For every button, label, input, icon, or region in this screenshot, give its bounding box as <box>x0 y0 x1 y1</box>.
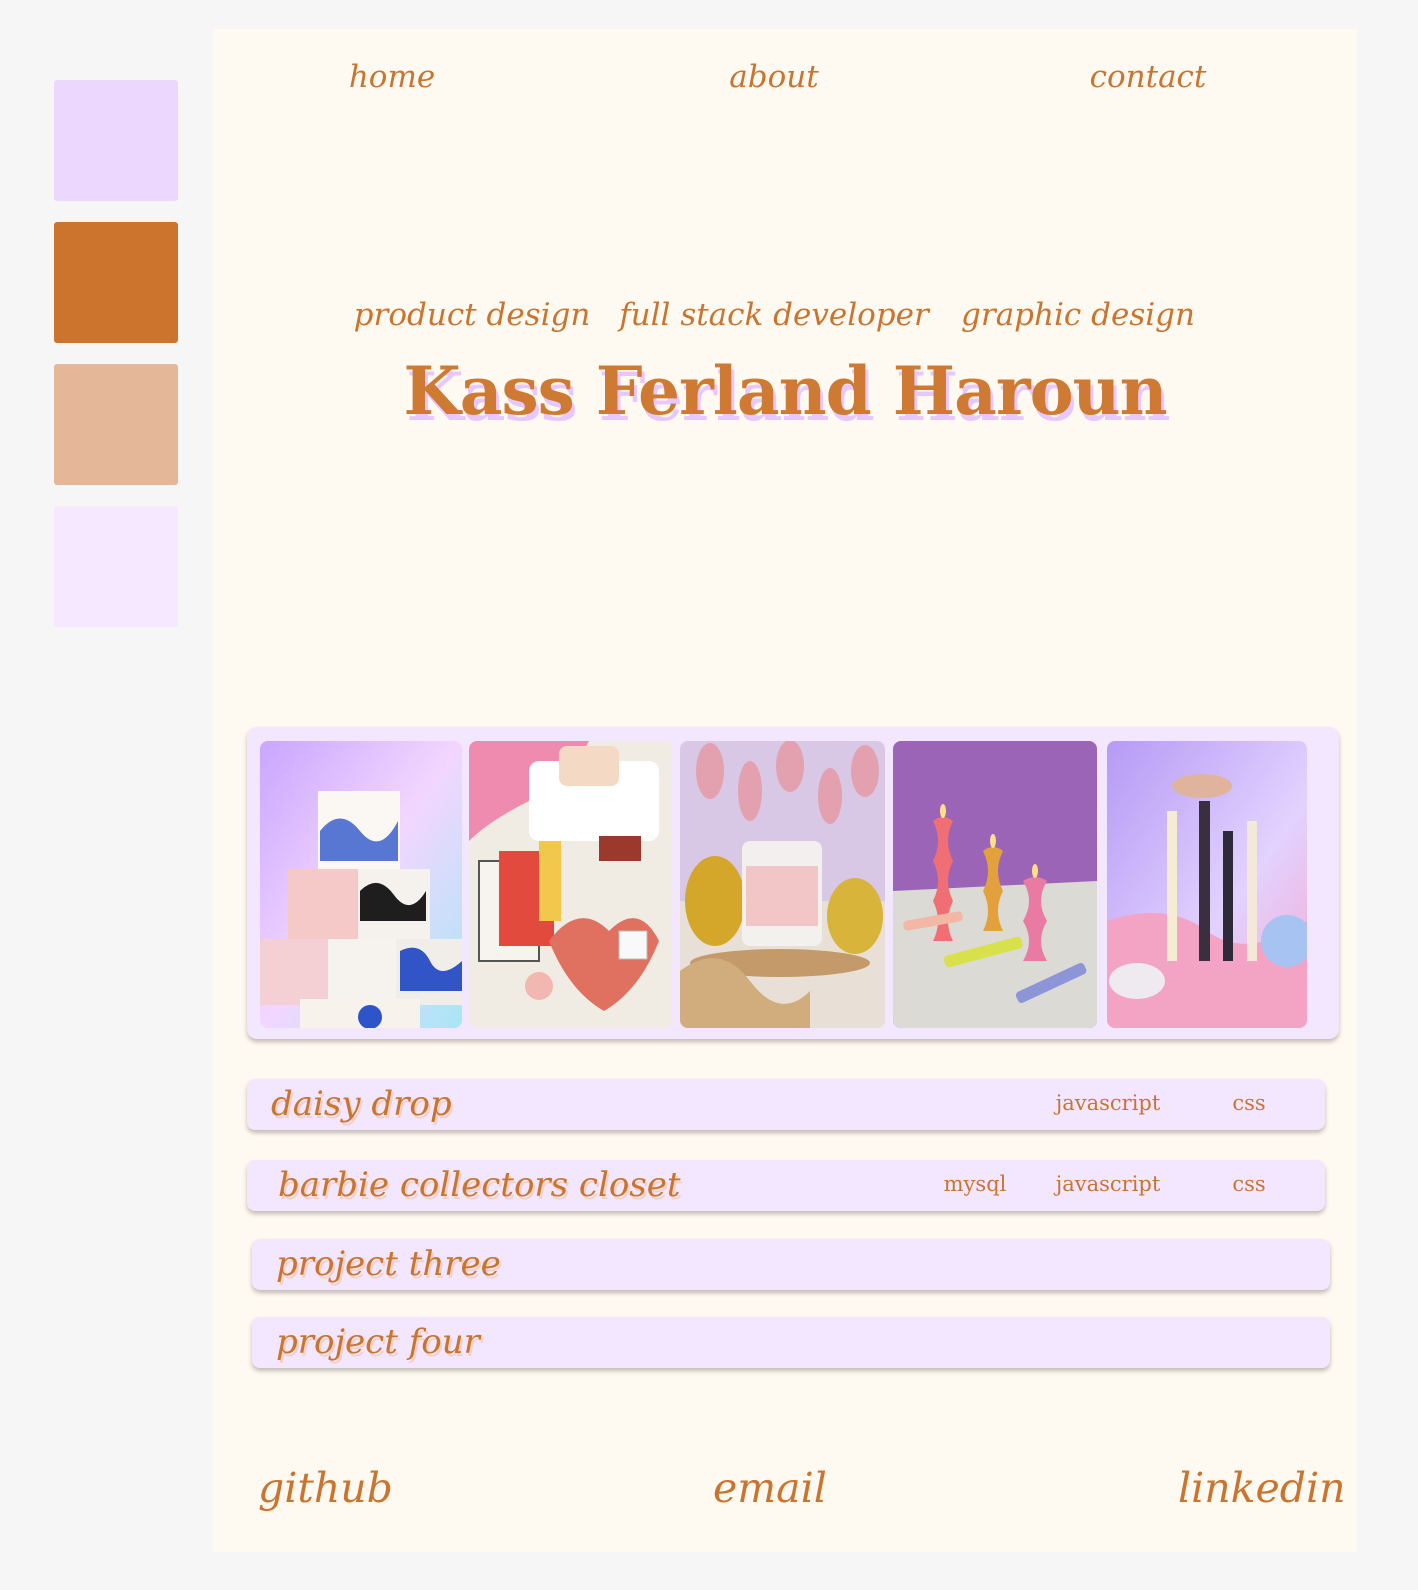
hero-name-title: Kass Ferland Haroun <box>403 352 1167 430</box>
project-title: barbie collectors closet <box>278 1165 681 1205</box>
role-full-stack-developer: full stack developer <box>619 297 929 333</box>
footer-github-link[interactable]: github <box>258 1464 393 1512</box>
color-swatch-pale-lilac <box>54 506 178 627</box>
project-card-daisy-drop[interactable]: daisy drop javascript css <box>247 1079 1325 1130</box>
tag-css: css <box>1232 1091 1266 1115</box>
project-title: project four <box>276 1322 480 1362</box>
photo-stacked-boxes[interactable] <box>260 741 462 1028</box>
footer-email-link[interactable]: email <box>713 1464 827 1512</box>
role-product-design: product design <box>353 297 591 333</box>
color-swatch-peach <box>54 364 178 485</box>
tag-css: css <box>1232 1172 1266 1196</box>
project-card-project-four[interactable]: project four <box>252 1317 1330 1368</box>
tag-javascript: javascript <box>1055 1172 1161 1196</box>
photo-tarot-cards-bath-bomb[interactable] <box>469 741 672 1028</box>
photo-wavy-candles[interactable] <box>893 741 1097 1028</box>
project-card-project-three[interactable]: project three <box>252 1239 1330 1290</box>
project-card-barbie-collectors-closet[interactable]: barbie collectors closet mysql javascrip… <box>247 1160 1325 1211</box>
tag-mysql: mysql <box>943 1172 1007 1196</box>
nav-home-link[interactable]: home <box>349 59 435 95</box>
footer-linkedin-link[interactable]: linkedin <box>1178 1464 1346 1512</box>
tag-javascript: javascript <box>1055 1091 1161 1115</box>
nav-about-link[interactable]: about <box>729 59 818 95</box>
project-photo-gallery <box>247 727 1339 1039</box>
project-title: daisy drop <box>271 1084 452 1124</box>
color-swatch-orange <box>54 222 178 343</box>
nav-contact-link[interactable]: contact <box>1090 59 1207 95</box>
photo-candle-jar-pears[interactable] <box>680 741 885 1028</box>
role-graphic-design: graphic design <box>961 297 1195 333</box>
color-swatch-lavender <box>54 80 178 201</box>
photo-taper-candles[interactable] <box>1107 741 1307 1028</box>
portfolio-page: home about contact product design full s… <box>213 29 1357 1552</box>
project-title: project three <box>276 1244 501 1284</box>
